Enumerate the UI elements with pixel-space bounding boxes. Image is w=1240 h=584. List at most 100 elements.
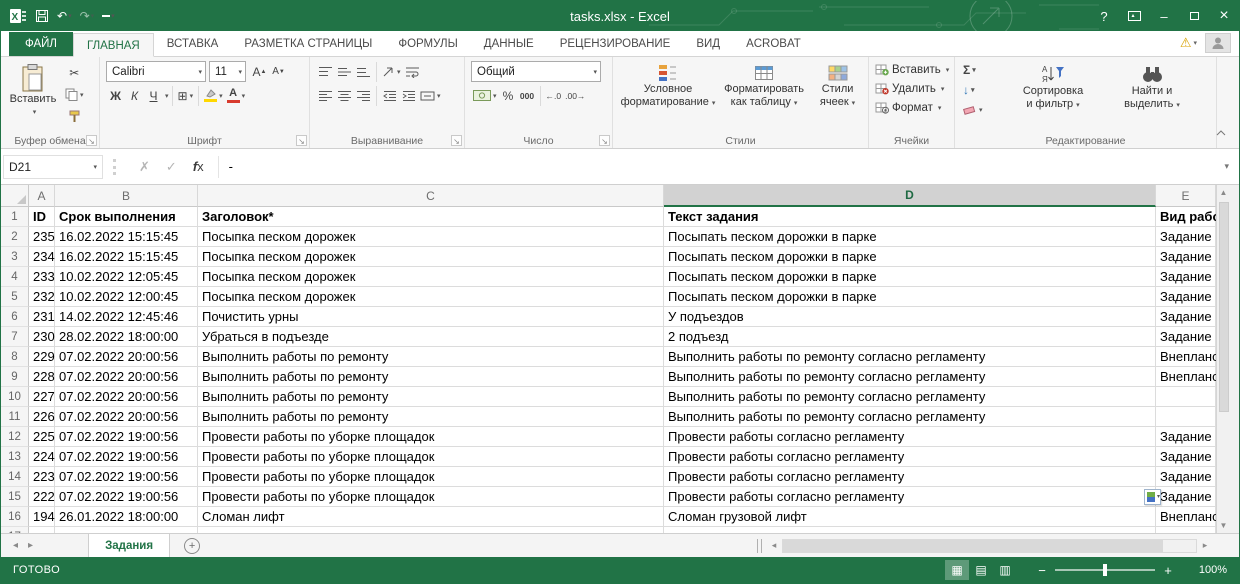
align-middle-button[interactable] [335,61,354,82]
column-header-D[interactable]: D [664,185,1156,207]
cell-C9[interactable]: Выполнить работы по ремонту [198,367,664,387]
cell-B15[interactable]: 07.02.2022 19:00:56 [55,487,198,507]
formula-bar-resize-handle[interactable] [113,159,117,175]
tab-данные[interactable]: ДАННЫЕ [471,32,547,56]
accounting-format-button[interactable]: ▾ [471,85,499,106]
paste-button[interactable]: Вставить ▾ [7,60,59,132]
cell-D1[interactable]: Текст задания [664,207,1156,227]
copy-button[interactable]: ▾ [63,84,86,105]
cell-D12[interactable]: Провести работы согласно регламенту [664,427,1156,447]
row-header-9[interactable]: 9 [1,367,29,387]
cell-D11[interactable]: Выполнить работы по ремонту согласно рег… [664,407,1156,427]
cell-C12[interactable]: Провести работы по уборке площадок [198,427,664,447]
align-center-button[interactable] [335,85,354,106]
cell-A17[interactable] [29,527,55,533]
formula-bar-content[interactable]: - [225,159,233,174]
cell-D15[interactable]: Провести работы согласно регламенту [664,487,1156,507]
cell-B1[interactable]: Срок выполнения [55,207,198,227]
align-left-button[interactable] [316,85,335,106]
paste-options-icon[interactable] [1144,489,1161,505]
sort-filter-button[interactable]: АЯ Сортировка и фильтр▾ [1001,60,1105,132]
shrink-font-button[interactable]: А▼ [269,61,288,82]
prev-sheet-button[interactable]: ◂ [13,540,18,551]
cell-E8[interactable]: Внеплановый [1156,347,1216,367]
clipboard-dialog-launcher[interactable]: ↘ [86,135,97,146]
name-box[interactable]: D21▾ [3,155,103,179]
cell-A11[interactable]: 226 [29,407,55,427]
tab-формулы[interactable]: ФОРМУЛЫ [385,32,470,56]
warning-icon[interactable]: ⚠▾ [1180,35,1197,51]
undo-button[interactable]: ↶▾ [55,5,74,27]
cell-D7[interactable]: 2 подъезд [664,327,1156,347]
cell-C5[interactable]: Посыпка песком дорожек [198,287,664,307]
cell-A14[interactable]: 223 [29,467,55,487]
row-header-3[interactable]: 3 [1,247,29,267]
cell-C16[interactable]: Сломан лифт [198,507,664,527]
bold-button[interactable]: Ж [106,85,125,106]
add-sheet-button[interactable]: + [184,538,200,554]
zoom-out-button[interactable]: − [1033,563,1051,578]
cell-B11[interactable]: 07.02.2022 20:00:56 [55,407,198,427]
row-header-4[interactable]: 4 [1,267,29,287]
cell-C1[interactable]: Заголовок* [198,207,664,227]
tab-главная[interactable]: ГЛАВНАЯ [73,33,154,57]
cell-C15[interactable]: Провести работы по уборке площадок [198,487,664,507]
cell-B12[interactable]: 07.02.2022 19:00:56 [55,427,198,447]
redo-button[interactable]: ↷▾ [78,5,97,27]
format-painter-button[interactable] [63,106,86,127]
font-color-button[interactable]: А▾ [225,85,248,106]
grow-font-button[interactable]: А▲ [250,61,269,82]
cell-A9[interactable]: 228 [29,367,55,387]
cell-A16[interactable]: 194 [29,507,55,527]
row-header-12[interactable]: 12 [1,427,29,447]
delete-cells-button[interactable]: Удалить▾ [875,79,950,98]
cell-E16[interactable]: Внеплановый [1156,507,1216,527]
cell-A5[interactable]: 232 [29,287,55,307]
row-header-6[interactable]: 6 [1,307,29,327]
insert-function-button[interactable]: fx [193,159,204,174]
cell-A13[interactable]: 224 [29,447,55,467]
cell-E6[interactable]: Задание [1156,307,1216,327]
column-header-E[interactable]: E [1156,185,1216,207]
cell-D16[interactable]: Сломан грузовой лифт [664,507,1156,527]
page-layout-view-button[interactable]: ▤ [969,560,993,580]
number-format-select[interactable]: Общий▾ [471,61,601,82]
cell-E14[interactable]: Задание [1156,467,1216,487]
cell-C10[interactable]: Выполнить работы по ремонту [198,387,664,407]
vertical-scroll-thumb[interactable] [1219,202,1229,412]
cell-D13[interactable]: Провести работы согласно регламенту [664,447,1156,467]
wrap-text-button[interactable] [403,61,422,82]
sheet-tab-zadaniya[interactable]: Задания [88,534,170,557]
decrease-indent-button[interactable] [380,85,399,106]
ribbon-display-options-button[interactable] [1119,1,1149,31]
cell-E17[interactable] [1156,527,1216,533]
font-dialog-launcher[interactable]: ↘ [296,135,307,146]
cell-C6[interactable]: Почистить урны [198,307,664,327]
cut-button[interactable]: ✂ [63,62,86,83]
format-as-table-button[interactable]: Форматировать как таблицу▾ [717,60,811,132]
cell-C11[interactable]: Выполнить работы по ремонту [198,407,664,427]
help-button[interactable]: ? [1089,1,1119,31]
cell-C2[interactable]: Посыпка песком дорожек [198,227,664,247]
cell-E12[interactable]: Задание [1156,427,1216,447]
cancel-entry-button[interactable]: ✗ [139,159,150,175]
find-select-button[interactable]: Найти и выделить▾ [1105,60,1199,132]
cell-B2[interactable]: 16.02.2022 15:15:45 [55,227,198,247]
cell-styles-button[interactable]: Стили ячеек▾ [811,60,864,132]
row-header-15[interactable]: 15 [1,487,29,507]
merge-center-button[interactable]: ▾ [418,85,443,106]
scroll-right-arrow[interactable]: ▸ [1197,540,1213,551]
increase-indent-button[interactable] [399,85,418,106]
cell-B13[interactable]: 07.02.2022 19:00:56 [55,447,198,467]
align-bottom-button[interactable] [354,61,373,82]
cell-D3[interactable]: Посыпать песком дорожки в парке [664,247,1156,267]
tab-файл[interactable]: ФАЙЛ [9,32,73,56]
user-avatar[interactable] [1205,33,1231,53]
zoom-in-button[interactable]: + [1159,563,1177,578]
borders-button[interactable]: ⊞▾ [176,85,196,106]
cell-C8[interactable]: Выполнить работы по ремонту [198,347,664,367]
collapse-ribbon-button[interactable] [1215,124,1227,142]
expand-formula-bar-button[interactable]: ▾ [1224,161,1229,172]
cell-A12[interactable]: 225 [29,427,55,447]
minimize-button[interactable]: – [1149,1,1179,31]
